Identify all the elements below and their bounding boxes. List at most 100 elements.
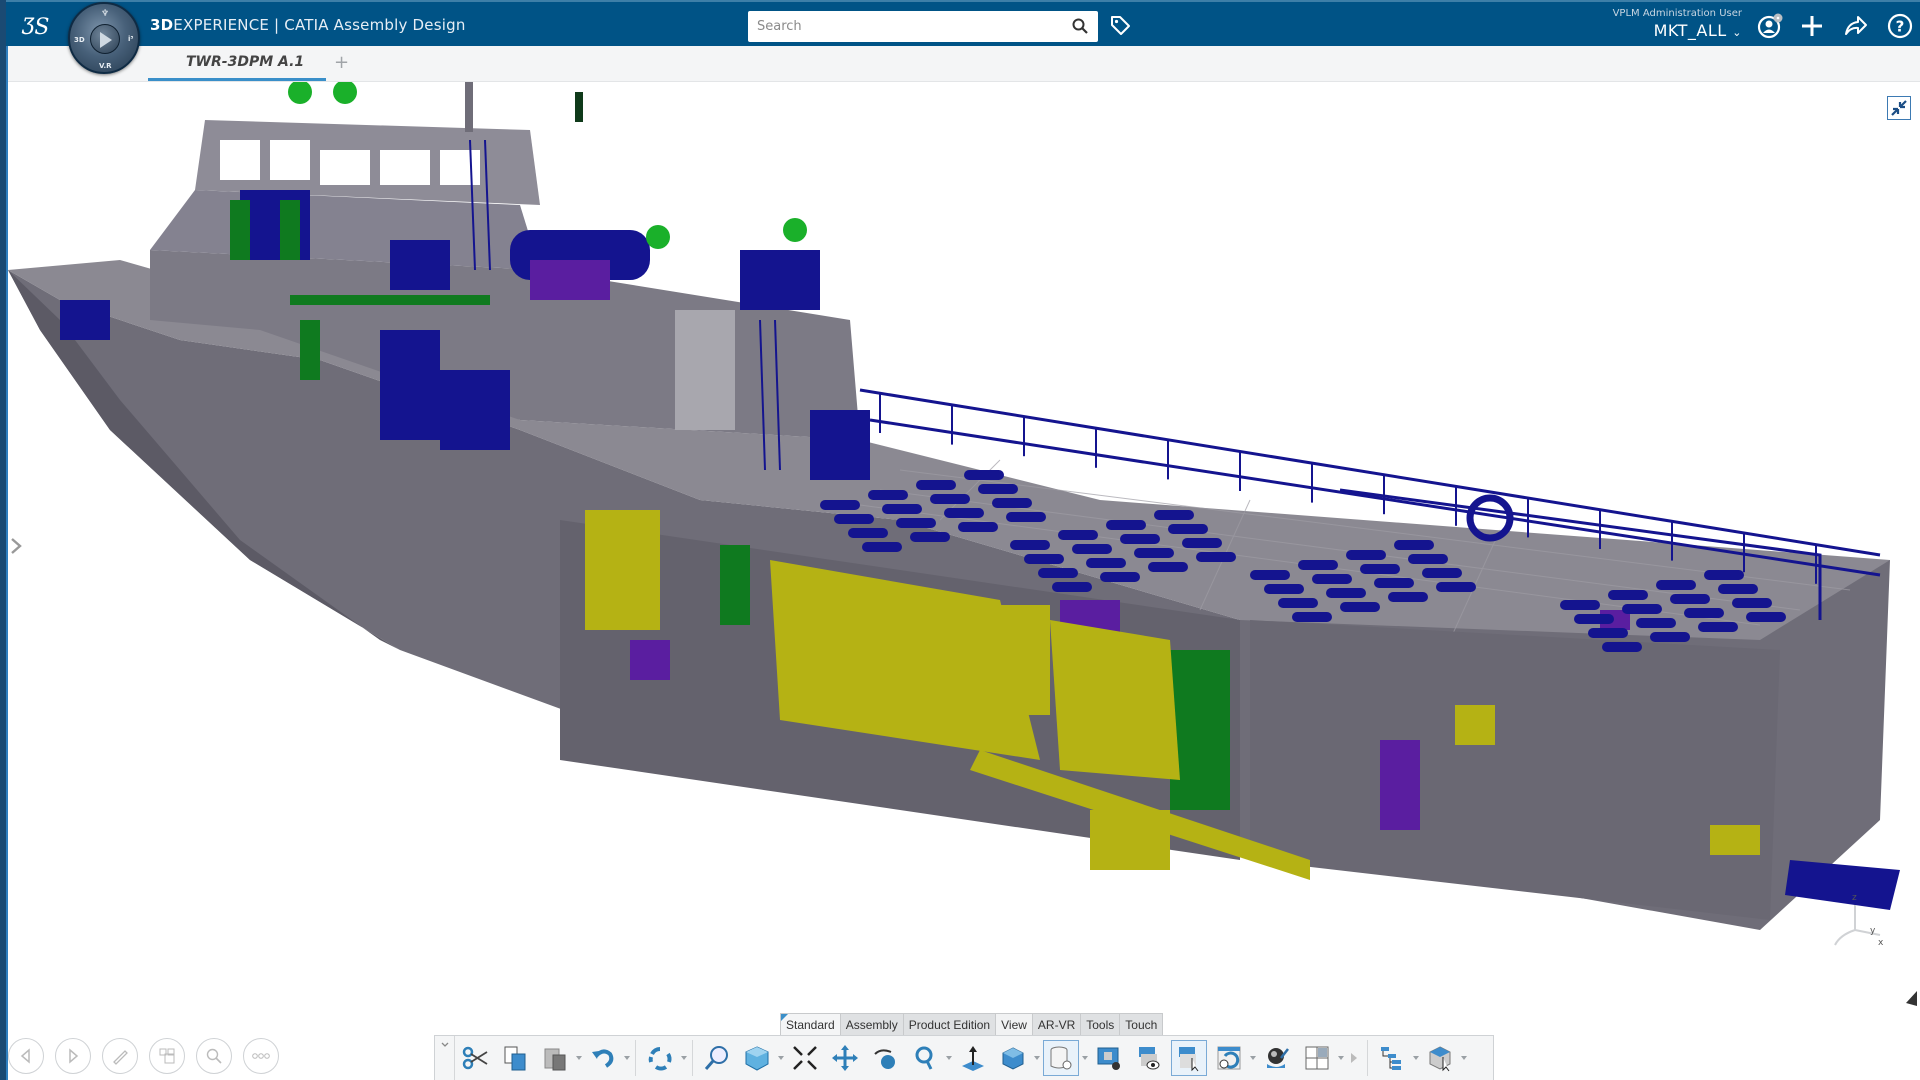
winch-roller [1106,520,1146,530]
winch-roller [1148,562,1188,572]
tag-icon[interactable] [1108,14,1132,38]
render-dropdown[interactable] [1033,1040,1041,1076]
cache-settings-button[interactable] [1043,1040,1079,1076]
zoom-button[interactable] [907,1040,943,1076]
undo-icon [592,1049,614,1068]
app-role: Assembly Design [328,16,466,34]
selection-display-button[interactable] [1171,1040,1207,1076]
search-input[interactable] [748,11,1048,42]
user-profile-icon[interactable] [1756,12,1784,40]
zoom-area-button[interactable] [699,1040,735,1076]
winch-roller [1154,510,1194,520]
winch-roller [882,504,922,514]
multi-view-dropdown[interactable] [1337,1040,1345,1076]
visualization-button[interactable] [1131,1040,1167,1076]
expand-panel-chevron-icon[interactable] [8,535,24,557]
user-block[interactable]: VPLM Administration User MKT_ALL ⌄ [1613,8,1742,40]
winch-roller [848,528,888,538]
compass-i3-label[interactable]: i³ [128,35,133,43]
axis-x-label: x [1878,938,1884,948]
zoom-dropdown[interactable] [945,1040,953,1076]
mouse-cursor-icon [1906,991,1917,1006]
winch-roller [1264,584,1304,594]
ship-model[interactable]: x y z [8,82,1920,1012]
tab-assembly[interactable]: Assembly [839,1013,904,1035]
tab-tools[interactable]: Tools [1080,1013,1121,1035]
triangle-left-icon [20,1048,30,1064]
share-icon[interactable] [1842,12,1870,40]
svg-text:?: ? [1896,18,1905,36]
next-view-button[interactable] [55,1038,91,1074]
undo-dropdown[interactable] [623,1040,631,1076]
render-style-button[interactable] [995,1040,1031,1076]
tab-document[interactable]: TWR-3DPM A.1 [148,46,326,81]
add-tab-button[interactable]: + [334,52,349,73]
previous-view-button[interactable] [8,1038,44,1074]
winch-roller [1698,622,1738,632]
tab-touch[interactable]: Touch [1119,1013,1164,1035]
winch-roller [1312,574,1352,584]
ambience-button[interactable] [1259,1040,1295,1076]
search-view-button[interactable] [196,1038,232,1074]
compass-vr-label[interactable]: V.R [99,62,112,70]
winch-roller [1704,570,1744,580]
cache-dropdown[interactable] [1081,1040,1089,1076]
view-dropdown[interactable] [777,1040,785,1076]
compass-3d-label[interactable]: 3D [74,36,85,44]
normal-view-button[interactable] [955,1040,991,1076]
paste-button[interactable] [537,1040,573,1076]
search-icon[interactable] [1072,18,1088,34]
update-button[interactable] [642,1040,678,1076]
collab-space-dropdown[interactable]: MKT_ALL ⌄ [1613,21,1742,40]
winch-roller [896,518,936,528]
winch-roller [1058,530,1098,540]
winch-roller [1574,614,1614,624]
winch-roller [1360,564,1400,574]
copy-button[interactable] [497,1040,533,1076]
pan-button[interactable] [827,1040,863,1076]
stern-platform[interactable] [1785,860,1900,910]
sketch-button[interactable] [102,1038,138,1074]
help-icon[interactable]: ? [1886,12,1914,40]
undo-button[interactable] [585,1040,621,1076]
tree-button[interactable] [1374,1040,1410,1076]
rotate-button[interactable] [867,1040,903,1076]
winch-roller [1182,538,1222,548]
display-settings-button[interactable] [1091,1040,1127,1076]
winch-roller [1602,642,1642,652]
separator [1367,1040,1368,1076]
product-selection-dropdown[interactable] [1460,1040,1468,1076]
action-bar-collapse[interactable] [435,1036,455,1080]
funnel[interactable] [675,310,735,430]
action-bar-tabs: Standard Assembly Product Edition View A… [780,1013,1164,1035]
tab-standard[interactable]: Standard [780,1013,841,1035]
history-dropdown[interactable] [1249,1040,1257,1076]
tab-product-edition[interactable]: Product Edition [902,1013,997,1035]
tab-ar-vr[interactable]: AR-VR [1031,1013,1082,1035]
tab-document-label: TWR-3DPM A.1 [186,54,305,70]
winch-roller [1024,554,1064,564]
compass-top-label[interactable]: ♆ [101,9,109,19]
tab-view[interactable]: View [995,1013,1033,1035]
tree-dropdown[interactable] [1412,1040,1420,1076]
expand-section-button[interactable] [1347,1040,1361,1076]
view-cube-button[interactable] [739,1040,775,1076]
fit-all-button[interactable] [787,1040,823,1076]
paste-dropdown[interactable] [575,1040,583,1076]
separator [692,1040,693,1076]
ellipsis-icon [252,1053,270,1059]
3d-viewport[interactable]: x y z [8,82,1920,1012]
product-selection-button[interactable] [1422,1040,1458,1076]
dassault-logo-icon[interactable]: ƷS [20,8,54,42]
more-button[interactable] [243,1038,279,1074]
update-dropdown[interactable] [680,1040,688,1076]
triangle-right-icon [1351,1053,1357,1063]
aft-compartment [1250,620,1780,920]
multi-view-button[interactable] [1299,1040,1335,1076]
layout-button[interactable] [149,1038,185,1074]
history-button[interactable] [1211,1040,1247,1076]
play-icon[interactable] [100,32,112,48]
cut-button[interactable] [457,1040,493,1076]
add-icon[interactable] [1798,12,1826,40]
3d-compass[interactable]: ♆ 3D i³ V.R [68,2,140,74]
